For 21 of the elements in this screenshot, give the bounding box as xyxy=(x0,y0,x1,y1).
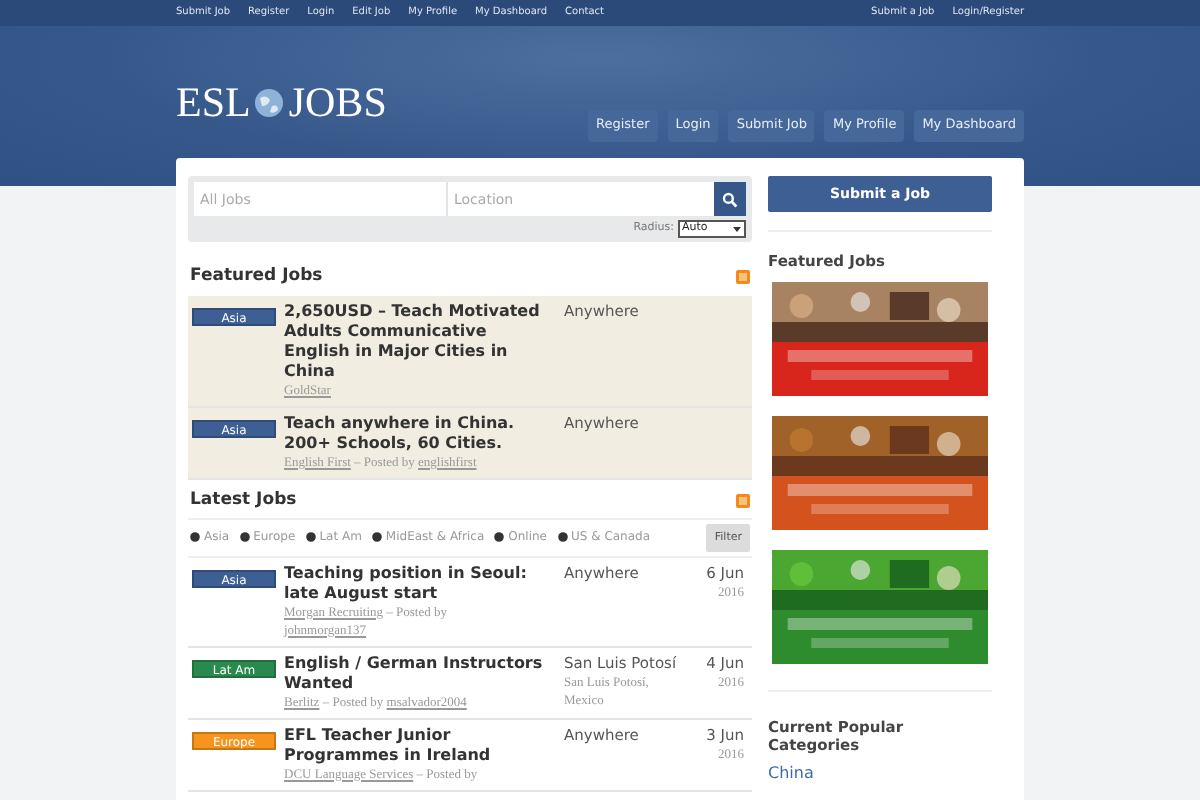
site-logo[interactable]: ESL JOBS xyxy=(176,80,387,124)
filter-checkbox[interactable] xyxy=(239,532,250,543)
globe-icon xyxy=(254,87,285,117)
filter-checkbox[interactable] xyxy=(557,532,567,543)
dropdown-caret-icon xyxy=(732,224,742,234)
filter-checkbox[interactable] xyxy=(305,532,316,543)
search-icon xyxy=(722,191,738,207)
category-link[interactable]: China xyxy=(768,762,992,787)
filter-checkbox[interactable] xyxy=(190,532,200,543)
search-button[interactable] xyxy=(714,182,746,216)
section-heading: Featured Jobs xyxy=(190,264,323,290)
job-title[interactable]: Teaching position in Seoul: late August start xyxy=(284,563,556,604)
section-heading: Latest Jobs xyxy=(190,487,297,513)
job-title[interactable]: EFL Teacher Junior Programmes in Ireland xyxy=(284,725,556,766)
job-title[interactable]: 2,650USD – Teach Motivated Adults Communicative English in Major Cities in China xyxy=(284,301,556,382)
filter-checkbox[interactable] xyxy=(371,532,382,543)
logo-text: ESL xyxy=(176,80,251,124)
logo-text: JOBS xyxy=(288,80,387,124)
filter-checkbox[interactable] xyxy=(494,532,505,543)
job-title[interactable]: English / German Instructors Wanted xyxy=(284,653,556,694)
job-title[interactable]: Teach anywhere in China. 200+ Schools, 60 Cities. xyxy=(284,413,556,454)
